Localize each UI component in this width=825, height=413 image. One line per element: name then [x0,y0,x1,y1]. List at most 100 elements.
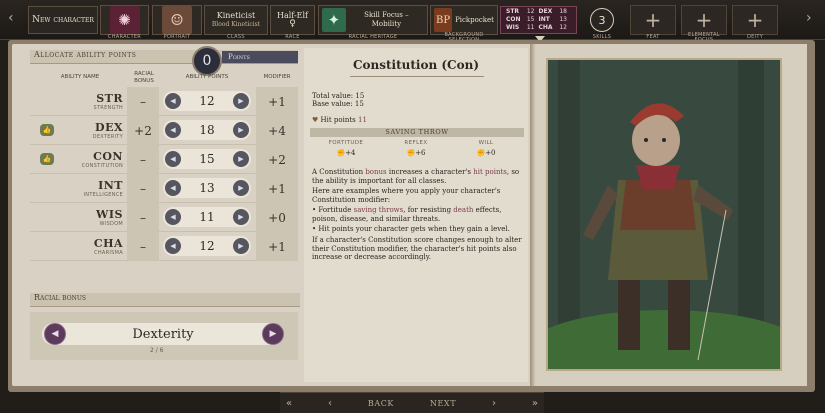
points-remaining: 0 [192,46,222,76]
saving-throws-link[interactable]: saving throws [354,206,404,214]
racial-next-button[interactable]: ▶ [262,323,284,345]
triangle-right-icon: ▶ [238,97,244,105]
description-title: Constitution (Con) [352,58,480,72]
increase-button[interactable]: ▶ [233,238,249,254]
fist-icon: ✊ [406,149,416,157]
background-name: Pickpocket [455,15,494,24]
plus-icon: + [746,8,764,32]
ability-stepper: ◀ 12 ▶ [163,91,251,111]
ability-row-dex: 👍 DEX DEXTERITY +2 ◀ 18 ▶ +4 [30,116,298,145]
decrease-button[interactable]: ◀ [165,180,181,196]
step-background[interactable]: BP Pickpocket [430,5,498,35]
fortitude-value: ✊+4 [336,149,356,157]
decrease-button[interactable]: ◀ [165,209,181,225]
ability-value: 12 [199,239,215,253]
footer-navigation: « ‹ BACK NEXT › » [280,392,544,413]
will-value: ✊+0 [476,149,496,157]
character-creation-screen: ‹ New character ✺ CHARACTER ☺ PORTRAIT K… [0,0,825,413]
heart-icon: ♥ [312,116,319,124]
triangle-left-icon: ◀ [170,242,176,250]
will-label: WILL [478,140,494,146]
hit-points-value: 11 [357,116,367,124]
class-subtitle: Blood Kineticist [211,21,261,28]
col-racial-bonus: RACIAL BONUS [134,71,154,84]
stat-cha: CHA 12 [538,24,568,31]
reflex-label: REFLEX [404,140,428,146]
triangle-left-icon: ◀ [170,184,176,192]
ability-full-name: WISDOM [99,221,123,227]
step-character[interactable]: ✺ [100,5,149,35]
ability-abbr: INT [98,179,123,192]
ability-abbr: CHA [93,237,123,250]
death-link[interactable]: death [453,206,473,214]
modifier-value: +1 [256,87,298,116]
mobility-figure-icon: ✦ [322,8,346,32]
next-arrow-icon[interactable]: › [492,398,496,409]
stat-wis: WIS 11 [506,24,535,31]
decrease-button[interactable]: ◀ [165,122,181,138]
step-class[interactable]: Kineticist Blood Kineticist [204,5,268,35]
increase-button[interactable]: ▶ [233,93,249,109]
racial-prev-button[interactable]: ◀ [44,323,66,345]
previous-arrow-icon[interactable]: ‹ [8,10,14,26]
step-portrait[interactable]: ☺ [152,5,202,35]
heritage-name: Skill Focus – Mobility [364,11,409,28]
step-deity[interactable]: + [732,5,778,35]
ability-value: 13 [199,181,215,195]
racial-bonus-header: Racial bonus [30,293,300,307]
ability-row-int: INT INTELLIGENCE – ◀ 13 ▶ +1 [30,174,298,203]
stat-dex: DEX 18 [538,8,568,15]
ability-full-name: STRENGTH [93,105,123,111]
racial-bonus-value: – [127,203,159,232]
triangle-right-icon: ▶ [238,126,244,134]
gender-female-icon: ♀ [289,19,296,29]
decrease-button[interactable]: ◀ [165,151,181,167]
fist-icon: ✊ [476,149,486,157]
character-sigil-icon: ✺ [109,6,140,34]
next-button[interactable]: NEXT [430,399,456,408]
background-icon: BP [434,8,453,32]
ability-row-cha: CHA CHARISMA – ◀ 12 ▶ +1 [30,232,298,261]
hit-points-label: Hit points [320,116,356,124]
ability-value: 12 [199,94,215,108]
plus-icon: + [644,8,662,32]
increase-button[interactable]: ▶ [233,209,249,225]
plus-icon: + [695,8,713,32]
increase-button[interactable]: ▶ [233,151,249,167]
step-elemental-focus[interactable]: + [681,5,727,35]
modifier-value: +4 [256,116,298,145]
increase-button[interactable]: ▶ [233,122,249,138]
ability-stepper: ◀ 12 ▶ [163,236,251,256]
portrait-thumbnail: ☺ [162,6,192,34]
triangle-right-icon: ▶ [238,184,244,192]
next-arrow-icon[interactable]: › [806,10,812,26]
increase-button[interactable]: ▶ [233,180,249,196]
bonus-link[interactable]: bonus [365,168,386,176]
reflex-value: ✊+6 [406,149,426,157]
decrease-button[interactable]: ◀ [165,238,181,254]
back-arrow-icon[interactable]: ‹ [328,398,332,409]
racial-bonus-value: – [127,145,159,174]
decrease-button[interactable]: ◀ [165,93,181,109]
step-skills[interactable]: 3 [590,8,614,32]
new-character-title: New character [28,6,98,34]
description-paragraph-3: If a character's Constitution score chan… [312,236,522,261]
back-button[interactable]: BACK [368,399,394,408]
step-feat[interactable]: + [630,5,676,35]
step-racial-heritage[interactable]: ✦ Skill Focus – Mobility [318,5,428,35]
hit-points-link[interactable]: hit points [473,168,507,176]
stats-summary[interactable]: STR 12 DEX 18 CON 15 INT 13 WIS 11 CHA 12 [500,6,577,34]
triangle-left-icon: ◀ [51,329,59,339]
ability-row-con: 👍 CON CONSTITUTION – ◀ 15 ▶ +2 [30,145,298,174]
modifier-value: +1 [256,232,298,261]
step-race[interactable]: Half-Elf ♀ [270,5,315,35]
last-step-button[interactable]: » [532,398,538,409]
modifier-value: +0 [256,203,298,232]
description-paragraph-2: Here are examples where you apply your c… [312,187,501,204]
description-bullet-1: • Fortitude saving throws, for resisting… [312,206,502,223]
first-step-button[interactable]: « [286,398,292,409]
ability-stepper: ◀ 18 ▶ [163,120,251,140]
racial-bonus-selector[interactable]: Dexterity [42,323,284,345]
triangle-right-icon: ▶ [269,329,277,339]
base-value: Base value: 15 [312,100,364,108]
